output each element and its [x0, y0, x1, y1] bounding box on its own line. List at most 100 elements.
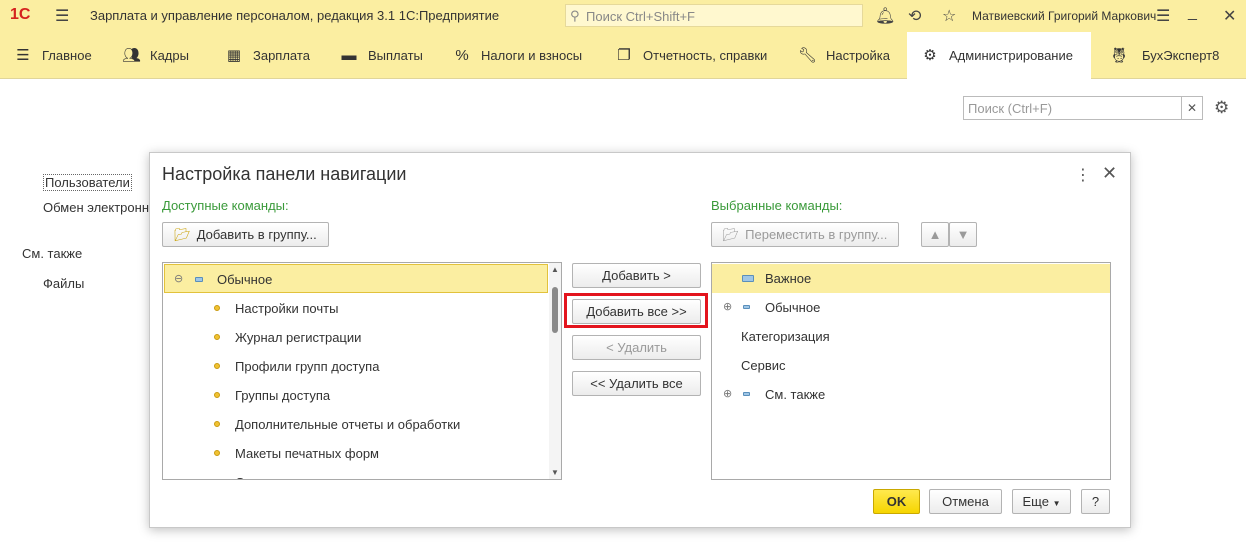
expand-icon[interactable]: ⊕ [723, 380, 732, 409]
cancel-button[interactable]: Отмена [929, 489, 1002, 514]
list-item[interactable]: Журнал регистрации [163, 323, 547, 352]
group-marker-icon [743, 392, 750, 396]
section-label: БухЭксперт8 [1142, 48, 1220, 63]
list-item[interactable]: ⊖ Обычное [164, 264, 548, 293]
section-label: Зарплата [253, 48, 310, 63]
highlight-frame [564, 293, 708, 328]
section-label: Главное [42, 48, 92, 63]
selected-commands-label: Выбранные команды: [711, 198, 843, 213]
list-item-label: Категоризация [741, 329, 830, 344]
page-search-placeholder: Поиск (Ctrl+F) [968, 101, 1053, 116]
more-actions-icon[interactable]: ⋮ [1075, 165, 1091, 185]
section-buhexpert[interactable]: 🦉︎ БухЭксперт8 [1106, 32, 1219, 79]
button-label: Еще [1022, 494, 1049, 509]
section-main[interactable]: ☰ Главное [14, 32, 92, 79]
collapse-icon[interactable]: ⊖ [174, 265, 183, 294]
documents-icon: ❐ [617, 47, 631, 64]
list-item[interactable]: Макеты печатных форм [163, 439, 547, 468]
available-commands-list[interactable]: ⊖ Обычное Настройки почты Журнал регистр… [162, 262, 562, 480]
section-salary[interactable]: ▦ Зарплата [225, 32, 310, 79]
wallet-icon: ▬ [341, 47, 357, 64]
section-taxes[interactable]: % Налоги и взносы [453, 32, 582, 79]
list-item-label: Отчеты [235, 468, 280, 479]
close-window-icon[interactable]: ✕ [1223, 6, 1236, 26]
percent-icon: % [455, 47, 469, 64]
group-marker-icon [743, 305, 750, 309]
section-hr[interactable]: 👥︎ Кадры [122, 32, 189, 79]
search-icon: ⚲ [570, 8, 580, 23]
hamburger-menu-icon[interactable]: ☰ [55, 6, 69, 26]
global-search-placeholder: Поиск Ctrl+Shift+F [586, 9, 695, 24]
minimize-icon[interactable]: _ [1188, 4, 1197, 22]
section-administration[interactable]: ⚙ Администрирование [907, 32, 1091, 79]
owl-icon: 🦉︎ [1109, 47, 1129, 64]
list-item-label: Обычное [217, 272, 273, 287]
people-icon: 👥︎ [122, 47, 142, 64]
selected-commands-list[interactable]: Важное ⊕ Обычное Категоризация Сервис ⊕ … [711, 262, 1111, 480]
help-button[interactable]: ? [1081, 489, 1110, 514]
scroll-up-icon[interactable]: ▲ [551, 265, 559, 274]
chevron-down-icon: ▼ [1052, 499, 1061, 508]
group-marker-icon [195, 277, 203, 282]
list-item-label: Журнал регистрации [235, 330, 362, 345]
list-item[interactable]: Дополнительные отчеты и обработки [163, 410, 547, 439]
section-bar: ☰ Главное 👥︎ Кадры ▦ Зарплата ▬ Выплаты % Нал… [0, 32, 1246, 79]
move-to-group-button[interactable]: 📂︎ Переместить в группу... [711, 222, 899, 247]
list-item[interactable]: Настройки почты [163, 294, 547, 323]
remove-button[interactable]: < Удалить [572, 335, 701, 360]
section-settings[interactable]: 🔧︎ Настройка [798, 32, 890, 79]
list-item[interactable]: ⊕ Обычное [712, 293, 1110, 322]
user-name[interactable]: Матвиевский Григорий Маркович [972, 9, 1156, 23]
section-reports[interactable]: ❐ Отчетность, справки [615, 32, 767, 79]
link-files[interactable]: Файлы [43, 276, 84, 291]
item-bullet-icon [214, 363, 220, 369]
ok-button[interactable]: OK [873, 489, 920, 514]
available-commands-label: Доступные команды: [162, 198, 289, 213]
section-payments[interactable]: ▬ Выплаты [340, 32, 423, 79]
page-settings-gear-icon[interactable]: ⚙ [1214, 98, 1229, 118]
scrollbar-thumb[interactable] [552, 287, 558, 333]
section-label: Кадры [150, 48, 189, 63]
settings-menu-icon[interactable]: ☰ [1156, 6, 1170, 26]
folder-move-icon: 📂︎ [722, 227, 740, 242]
global-search-input[interactable]: ⚲ Поиск Ctrl+Shift+F [565, 4, 863, 27]
list-item[interactable]: Сервис [712, 351, 1110, 380]
list-item[interactable]: Отчеты [163, 468, 547, 479]
list-scrollbar[interactable]: ▲ ▼ [549, 263, 561, 479]
add-button[interactable]: Добавить > [572, 263, 701, 288]
list-item-label: См. также [765, 387, 826, 402]
page-search-input[interactable]: Поиск (Ctrl+F) ✕ [963, 96, 1203, 120]
add-to-group-button[interactable]: 📂︎ Добавить в группу... [162, 222, 329, 247]
list-item[interactable]: Категоризация [712, 322, 1110, 351]
bell-icon[interactable]: 🔔︎ [875, 6, 895, 26]
list-item[interactable]: ⊕ См. также [712, 380, 1110, 409]
menu-icon: ☰ [16, 47, 30, 64]
item-bullet-icon [214, 421, 220, 427]
button-label: Добавить в группу... [196, 227, 317, 242]
list-item-label: Профили групп доступа [235, 359, 380, 374]
more-button[interactable]: Еще ▼ [1012, 489, 1071, 514]
list-item[interactable]: Профили групп доступа [163, 352, 547, 381]
close-icon[interactable]: ✕ [1102, 163, 1117, 184]
item-bullet-icon [214, 305, 220, 311]
clear-search-icon[interactable]: ✕ [1181, 97, 1202, 119]
folder-add-icon: 📂︎ [174, 227, 191, 242]
link-users[interactable]: Пользователи [43, 174, 132, 191]
gear-icon: ⚙ [923, 47, 937, 64]
section-label: Налоги и взносы [481, 48, 583, 63]
list-item-label: Макеты печатных форм [235, 446, 379, 461]
expand-icon[interactable]: ⊕ [723, 293, 732, 322]
list-item-label: Сервис [741, 358, 786, 373]
move-down-button[interactable]: ▼ [949, 222, 977, 247]
scroll-down-icon[interactable]: ▼ [551, 468, 559, 477]
item-bullet-icon [214, 450, 220, 456]
history-icon[interactable]: ⟲ [908, 6, 921, 26]
list-item[interactable]: Важное [712, 264, 1110, 293]
move-up-button[interactable]: ▲ [921, 222, 949, 247]
favorites-star-icon[interactable]: ☆ [942, 6, 956, 26]
link-exchange[interactable]: Обмен электронны [43, 200, 158, 215]
remove-all-button[interactable]: << Удалить все [572, 371, 701, 396]
list-item[interactable]: Группы доступа [163, 381, 547, 410]
item-bullet-icon [214, 392, 220, 398]
section-label: Выплаты [368, 48, 423, 63]
